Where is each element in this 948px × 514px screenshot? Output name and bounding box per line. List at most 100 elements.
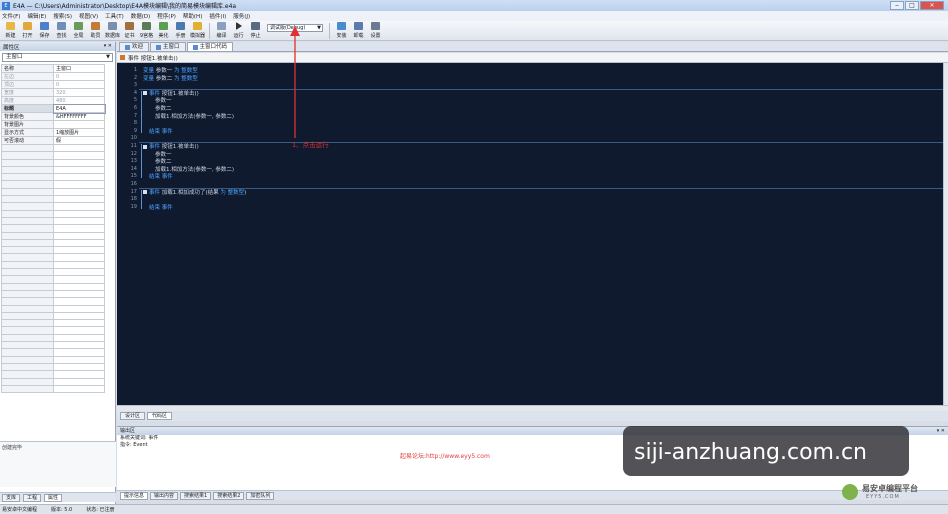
property-row[interactable]: 顶边 0 (1, 80, 105, 89)
property-row[interactable]: 名称 主窗口 (1, 64, 105, 73)
toolbar-label: 模拟器 (189, 33, 205, 39)
property-name (1, 297, 54, 306)
property-name (1, 253, 54, 262)
code-line[interactable]: 结束 事件 (149, 127, 173, 135)
collapse-icon[interactable] (143, 144, 147, 149)
code-line[interactable]: 结束 事件 (149, 172, 173, 180)
property-value[interactable]: &HFFFFFFFF (53, 112, 105, 121)
code-line[interactable]: 事件 加载1.相加成功了(结果 为 整数型) (143, 188, 246, 196)
doc-tab[interactable]: 主窗口 (150, 42, 186, 51)
save-button[interactable]: 保存 (36, 21, 53, 40)
close-button[interactable]: ✕ (920, 1, 944, 10)
find-button[interactable]: 查找 (53, 21, 70, 40)
property-row-empty (1, 209, 105, 218)
output-tab[interactable]: 提示信息 (120, 491, 149, 500)
property-row[interactable]: 标题 E4A (1, 103, 106, 114)
property-row[interactable]: 高度 480 (1, 96, 105, 105)
uninstall-button[interactable]: 卸载 (350, 21, 367, 40)
property-row-empty (1, 340, 105, 350)
property-value (53, 377, 105, 386)
output-tab[interactable]: 搜索结果1 (180, 491, 212, 500)
menu-item[interactable]: 搜索(S) (53, 12, 72, 20)
helper-button[interactable]: 助员 (87, 21, 104, 40)
design-tab[interactable]: 设计区 (120, 412, 146, 420)
property-value[interactable]: 0 (53, 80, 105, 89)
left-tab[interactable]: 支库 (2, 493, 21, 502)
menu-item[interactable]: 工具(T) (105, 12, 124, 20)
code-line[interactable]: 结束 事件 (149, 203, 173, 211)
property-value[interactable]: 假 (53, 136, 105, 145)
property-row[interactable]: 宽度 320 (1, 88, 105, 97)
menu-item[interactable]: 文件(F) (2, 12, 20, 20)
panel-close-icon[interactable]: ▾ ✕ (104, 43, 112, 49)
property-value[interactable]: 0 (53, 72, 105, 81)
menu-item[interactable]: 编辑(E) (27, 12, 46, 20)
property-row[interactable]: 左边 0 (1, 72, 105, 81)
compile-button[interactable]: 编译 (213, 21, 230, 40)
menu-item[interactable]: 插件(I) (209, 12, 226, 20)
property-row[interactable]: 背景图片 (1, 120, 105, 129)
menu-item[interactable]: 服务(J) (233, 12, 250, 20)
status-bar: 易安卓中文编程 版本: 5.0 状态: 已注册 (0, 504, 948, 514)
minimize-button[interactable]: ‒ (890, 1, 904, 10)
beautify-button[interactable]: 美化 (155, 21, 172, 40)
output-close-icon[interactable]: ▾ ✕ (937, 427, 945, 435)
property-row[interactable]: 可否滚动假 (1, 136, 105, 145)
output-tab[interactable]: 搜索结果2 (213, 491, 245, 500)
code-editor[interactable]: 1 变量 参数一 为 整数型 2 变量 参数二 为 整数型 3 4 事件 按钮1.被单击()… (117, 63, 943, 405)
global-button[interactable]: 全局 (70, 21, 87, 40)
menu-item[interactable]: 帮助(H) (183, 12, 202, 20)
forum-link[interactable]: 起易论坛:http://www.eyy5.com (400, 451, 490, 460)
property-row[interactable]: 背景颜色 &HFFFFFFFF (1, 112, 105, 121)
property-row-empty (1, 231, 105, 240)
property-row-empty (1, 311, 105, 321)
new-file-button[interactable]: 新建 (2, 21, 19, 40)
collapse-icon[interactable] (143, 190, 147, 195)
object-selector[interactable]: 主窗口 ▼ (2, 53, 113, 62)
left-tab[interactable]: 工程 (23, 493, 42, 502)
code-line[interactable]: 加载1.相加方法(参数一, 参数二) (155, 112, 234, 120)
menu-item[interactable]: 视图(V) (79, 12, 98, 20)
property-value[interactable]: E4A (52, 103, 106, 114)
maximize-button[interactable]: □ (905, 1, 919, 10)
code-token: 事件 (149, 189, 162, 196)
menu-item[interactable]: 数据(D) (131, 12, 151, 20)
helper-icon (91, 22, 100, 30)
property-row-empty (1, 282, 105, 291)
certificate-button[interactable]: 证书 (121, 21, 138, 40)
property-value[interactable] (53, 120, 105, 129)
menu-item[interactable]: 程序(P) (157, 12, 176, 20)
doc-tab[interactable]: 主窗口代码 (186, 42, 234, 51)
editor-header-text[interactable]: 事件 按钮1.被单击() (128, 54, 178, 62)
property-row[interactable]: 显示方式 1缩放图片 (1, 128, 105, 137)
code-line[interactable]: 变量 参数二 为 整数型 (143, 74, 198, 82)
stop-button[interactable]: 停止 (247, 21, 264, 40)
brand-logo-icon (842, 484, 858, 500)
emulator-button[interactable]: 模拟器 (189, 21, 206, 40)
output-tab[interactable]: 输出内容 (150, 491, 179, 500)
code-separator (139, 88, 943, 90)
chevron-down-icon: ▼ (317, 25, 321, 31)
run-button[interactable]: 运行 (230, 21, 247, 40)
property-value[interactable]: 480 (53, 96, 105, 105)
property-value[interactable]: 320 (53, 88, 105, 97)
open-folder-button[interactable]: 打开 (19, 21, 36, 40)
manual-button[interactable]: 手册 (172, 21, 189, 40)
vertical-scrollbar[interactable] (943, 63, 948, 405)
install-button[interactable]: 安装 (333, 21, 350, 40)
property-value[interactable]: 主窗口 (53, 64, 105, 73)
property-value (53, 289, 105, 299)
settings-button[interactable]: 设置 (367, 21, 384, 40)
output-tab[interactable]: 加密队列 (246, 491, 275, 500)
grid-button[interactable]: 9宫格 (138, 21, 155, 40)
line-number: 11 (130, 143, 137, 149)
code-token: 参数二 (155, 75, 174, 82)
design-tab[interactable]: 代码区 (147, 412, 173, 420)
code-block-bar (141, 144, 142, 179)
doc-tab[interactable]: 欢迎 (119, 42, 150, 51)
left-tab[interactable]: 属性 (44, 493, 63, 502)
toolbar-label: 编译 (216, 33, 227, 39)
collapse-icon[interactable] (143, 91, 147, 96)
database-button[interactable]: 数据库 (104, 21, 121, 40)
property-value[interactable]: 1缩放图片 (53, 128, 105, 137)
